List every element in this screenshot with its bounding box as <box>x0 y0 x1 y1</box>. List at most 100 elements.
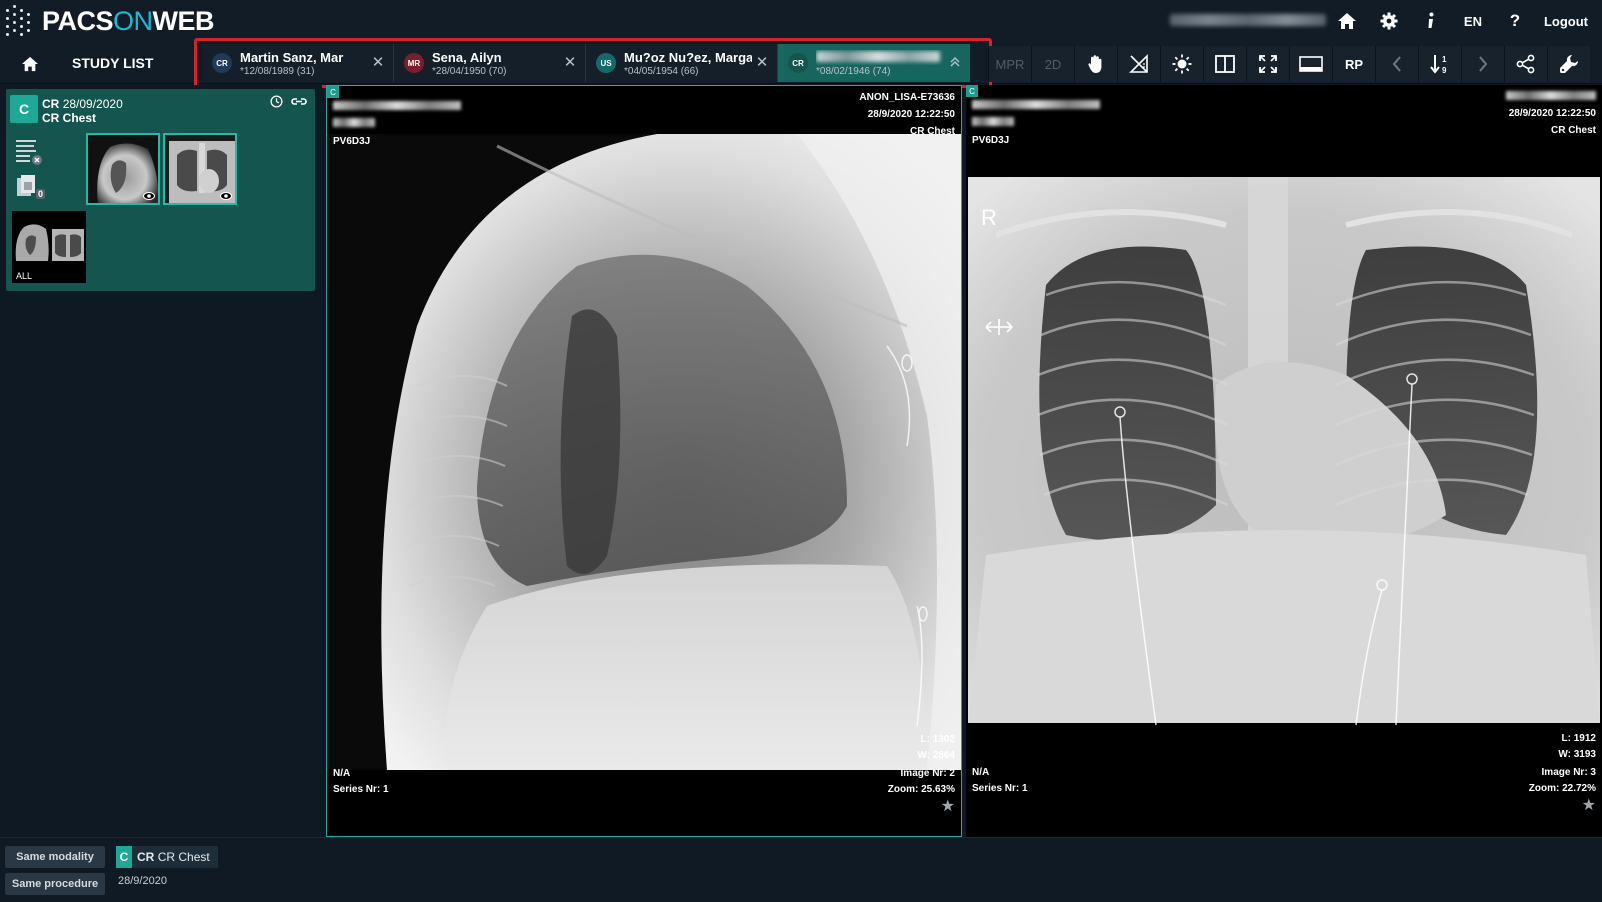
next-button[interactable] <box>1461 46 1504 82</box>
study-panel: C CR 28/09/2020 CR Chest 0 ALL <box>0 85 322 837</box>
patient-name-redacted <box>972 100 1100 112</box>
display-button[interactable] <box>1289 46 1332 82</box>
patient-id-redacted <box>972 117 1014 129</box>
station-name: PV6D3J <box>972 135 1010 146</box>
zoom-level: Zoom: 22.72% <box>1528 783 1596 794</box>
all-series-thumbnail[interactable]: ALL <box>12 211 86 283</box>
all-label: ALL <box>16 271 33 281</box>
study-datetime: 28/9/2020 12:22:50 <box>867 109 955 120</box>
related-study-date: 28/9/2020 <box>118 875 167 887</box>
related-study-badge: C <box>116 846 132 868</box>
split-layout-icon <box>1215 55 1235 73</box>
info-icon <box>1428 12 1434 28</box>
series-thumbnail-lateral[interactable] <box>86 133 160 205</box>
link-icon[interactable] <box>291 95 307 108</box>
logout-button[interactable]: Logout <box>1536 0 1596 42</box>
zoom-level: Zoom: 25.63% <box>887 784 955 795</box>
study-datetime: 28/9/2020 12:22:50 <box>1508 108 1596 119</box>
screen-icon <box>1299 56 1323 72</box>
station-name: PV6D3J <box>333 136 371 147</box>
home-top-button[interactable] <box>1326 0 1368 42</box>
annotation-button[interactable] <box>1117 46 1160 82</box>
language-button[interactable]: EN <box>1452 0 1494 42</box>
home-icon <box>1337 13 1356 29</box>
viewport-corner-badge: C <box>966 85 978 97</box>
related-studies-bar: Same modality Same procedure C CR CR Che… <box>0 837 1602 902</box>
series-number: Series Nr: 1 <box>972 783 1028 794</box>
app-logo: PACSONWEB <box>4 4 215 38</box>
clock-icon[interactable] <box>270 95 283 108</box>
share-button[interactable] <box>1504 46 1547 82</box>
related-study-label: CR CR Chest <box>137 850 210 864</box>
pan-button[interactable] <box>1074 46 1117 82</box>
window-level-button[interactable] <box>1160 46 1203 82</box>
series-number: Series Nr: 1 <box>333 784 389 795</box>
sort-icon: 19 <box>1430 55 1447 75</box>
eye-icon <box>220 192 232 200</box>
window-level: L: 1912 <box>1561 733 1596 744</box>
gear-icon <box>1380 12 1398 30</box>
share-icon <box>1516 54 1535 74</box>
tools-button[interactable] <box>1547 46 1590 82</box>
study-card[interactable]: C CR 28/09/2020 CR Chest 0 ALL <box>6 89 315 291</box>
eye-icon <box>143 192 155 200</box>
accession-redacted <box>1506 91 1596 103</box>
image-number: Image Nr: 3 <box>1541 767 1596 778</box>
study-header: CR 28/09/2020 <box>42 97 123 111</box>
layout-button[interactable] <box>1203 46 1246 82</box>
window-level: L: 1302 <box>920 734 955 745</box>
key-images-button[interactable]: 0 <box>12 171 46 203</box>
home-button[interactable] <box>12 50 48 78</box>
expand-icon <box>1259 55 1277 73</box>
viewer-toolbar: MPR 2D RP 19 <box>988 46 1590 82</box>
series-thumbnail-pa[interactable] <box>163 133 237 205</box>
window-width: W: 3193 <box>1558 749 1596 760</box>
logo-dots-icon <box>4 5 36 37</box>
na-label: N/A <box>972 767 990 778</box>
report-list-icon <box>16 140 42 165</box>
ruler-disabled-icon <box>1129 54 1148 73</box>
svg-text:9: 9 <box>1442 66 1447 75</box>
na-label: N/A <box>333 768 351 779</box>
study-description: CR Chest <box>909 126 955 137</box>
rp-button[interactable]: RP <box>1332 46 1375 82</box>
info-button[interactable] <box>1410 0 1452 42</box>
hand-icon <box>1088 55 1102 73</box>
top-bar: PACSONWEB EN ? Logout <box>0 0 1602 42</box>
star-icon[interactable]: ★ <box>941 796 955 816</box>
user-name-redacted <box>1170 14 1326 26</box>
2d-button[interactable]: 2D <box>1031 46 1074 82</box>
related-study-item[interactable]: C CR CR Chest <box>116 846 218 868</box>
patient-id-redacted <box>333 118 375 130</box>
chevron-right-icon <box>1479 56 1488 72</box>
xray-pa-image: R <box>966 85 1602 837</box>
accession-number: ANON_LISA-E73636 <box>859 92 955 103</box>
key-images-count: 0 <box>36 189 46 199</box>
same-procedure-button[interactable]: Same procedure <box>5 873 105 895</box>
same-modality-button[interactable]: Same modality <box>5 846 105 868</box>
window-width: W: 2864 <box>917 750 955 761</box>
home-icon <box>22 56 38 72</box>
help-button[interactable]: ? <box>1494 0 1536 42</box>
wrench-icon <box>1560 54 1579 73</box>
previous-button[interactable] <box>1375 46 1418 82</box>
patient-name-redacted <box>333 101 461 113</box>
study-description: CR Chest <box>42 111 97 125</box>
study-badge: C <box>10 95 38 123</box>
brightness-icon <box>1172 54 1192 74</box>
image-number: Image Nr: 2 <box>900 768 955 779</box>
viewport-lateral[interactable]: C PV6D3J ANON_LISA-E73636 28/9/2020 12:2… <box>326 85 962 837</box>
highlight-frame <box>194 38 992 88</box>
report-button[interactable] <box>12 135 44 167</box>
settings-button[interactable] <box>1368 0 1410 42</box>
viewport-pa[interactable]: R C PV6D3J 28/9/2020 12:22:50 CR Chest L… <box>966 85 1602 837</box>
xray-lateral-image <box>327 86 961 836</box>
study-description: CR Chest <box>1550 125 1596 136</box>
sort-button[interactable]: 19 <box>1418 46 1461 82</box>
mpr-button[interactable]: MPR <box>988 46 1031 82</box>
orientation-marker: R <box>981 205 997 230</box>
study-list-link[interactable]: STUDY LIST <box>72 55 153 71</box>
fullscreen-button[interactable] <box>1246 46 1289 82</box>
star-icon[interactable]: ★ <box>1582 795 1596 815</box>
logo-text: PACSONWEB <box>42 5 215 36</box>
